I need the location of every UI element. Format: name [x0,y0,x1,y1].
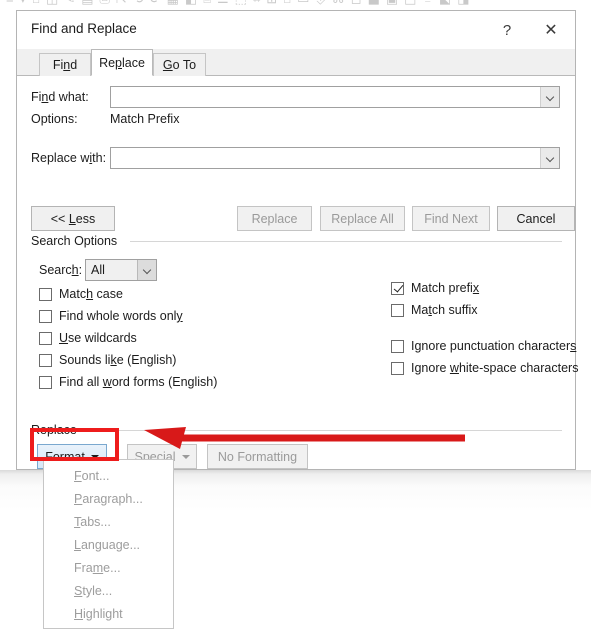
checkbox-ignore-white-space-characters[interactable]: Ignore white-space characters [391,361,578,375]
close-icon[interactable]: ✕ [529,11,573,49]
checkbox-label: Find whole words only [59,309,183,323]
replace-group-divider [84,430,562,431]
less-button-label: << Less [50,211,96,226]
dialog-title: Find and Replace [31,21,137,36]
menu-item-font[interactable]: Font... [44,464,173,487]
menu-item-frame[interactable]: Frame... [44,556,173,579]
less-button[interactable]: << Less [31,206,115,231]
caret-down-icon [90,454,99,459]
tab-goto-label: Go To [162,58,197,72]
checkbox-box[interactable] [391,281,404,295]
caret-down-icon [181,454,190,459]
checkbox-box[interactable] [39,287,52,301]
search-direction-value: All [91,263,105,277]
checkbox-box[interactable] [39,309,52,323]
menu-item-label: Paragraph... [74,491,143,506]
chevron-down-icon[interactable] [540,87,559,107]
menu-item-language[interactable]: Language... [44,533,173,556]
checkbox-match-prefix[interactable]: Match prefix [391,281,479,295]
checkbox-find-whole-words-only[interactable]: Find whole words only [39,309,183,323]
checkbox-label: Ignore white-space characters [411,361,579,375]
tab-replace-label: Replace [99,55,145,70]
checkbox-label: Ignore punctuation characters [411,339,577,353]
chevron-down-icon[interactable] [137,260,156,280]
dialog-body: Find what: Options: Match Prefix Replace… [17,76,578,469]
checkbox-match-case[interactable]: Match case [39,287,123,301]
menu-item-label: Frame... [74,560,121,575]
menu-item-label: Language... [74,537,141,552]
menu-item-paragraph[interactable]: Paragraph... [44,487,173,510]
tab-replace[interactable]: Replace [91,49,153,76]
options-value: Match Prefix [110,112,180,126]
no-formatting-button[interactable]: No Formatting [207,444,308,469]
replace-with-label: Replace with: [31,151,107,165]
checkbox-label: Use wildcards [59,331,137,345]
format-dropdown-menu: Font... Paragraph... Tabs... Language...… [43,459,174,629]
search-select-label: Search: [39,263,83,277]
checkbox-ignore-punctuation-characters[interactable]: Ignore punctuation characters [391,339,576,353]
menu-item-tabs[interactable]: Tabs... [44,510,173,533]
checkbox-find-all-word-forms[interactable]: Find all word forms (English) [39,375,217,389]
help-icon[interactable]: ? [485,11,529,49]
find-and-replace-dialog: Find and Replace ? ✕ Find Replace Go To … [16,10,578,470]
checkbox-box[interactable] [391,361,404,375]
checkbox-box[interactable] [391,303,404,317]
menu-item-label: Highlight [74,606,123,621]
replace-group-label: Replace [31,423,82,437]
checkbox-label: Match case [59,287,123,301]
checkbox-box[interactable] [39,375,52,389]
dialog-tabstrip: Find Replace Go To [17,49,575,76]
checkbox-label: Match prefix [411,281,480,295]
checkbox-label: Match suffix [411,303,478,317]
checkbox-label: Find all word forms (English) [59,375,218,389]
menu-item-label: Font... [74,468,110,483]
checkbox-sounds-like[interactable]: Sounds like (English) [39,353,176,367]
replace-button[interactable]: Replace [237,206,312,231]
find-what-input[interactable] [111,87,540,107]
find-what-label: Find what: [31,90,89,104]
checkbox-match-suffix[interactable]: Match suffix [391,303,477,317]
replace-with-combo[interactable] [110,147,560,169]
find-next-button[interactable]: Find Next [412,206,490,231]
tab-find[interactable]: Find [39,53,91,76]
find-what-combo[interactable] [110,86,560,108]
cancel-button[interactable]: Cancel [497,206,575,231]
dialog-titlebar: Find and Replace ? ✕ [17,11,575,49]
replace-with-input[interactable] [111,148,540,168]
options-label: Options: [31,112,78,126]
background-ribbon-strip: ≡ ▾ ⌂ ◫ ✎ ▤ ⎙ ⇱ ⟲ ⟳ ▦ ◧ ⌸ ☰ ⬚ ⌗ ⊞ ⌂ ▭ ⎆ … [0,0,591,10]
chevron-down-icon[interactable] [540,148,559,168]
replace-all-button[interactable]: Replace All [320,206,405,231]
menu-item-label: Tabs... [74,514,111,529]
checkbox-use-wildcards[interactable]: Use wildcards [39,331,137,345]
search-options-divider [130,241,562,242]
menu-item-style[interactable]: Style... [44,579,173,602]
tab-goto[interactable]: Go To [153,53,206,76]
checkbox-box[interactable] [39,353,52,367]
ribbon-ghost-text: ≡ ▾ ⌂ ◫ ✎ ▤ ⎙ ⇱ ⟲ ⟳ ▦ ◧ ⌸ ☰ ⬚ ⌗ ⊞ ⌂ ▭ ⎆ … [6,0,471,7]
menu-item-label: Style... [74,583,113,598]
checkbox-box[interactable] [39,331,52,345]
search-options-group-label: Search Options [31,234,123,248]
checkbox-box[interactable] [391,339,404,353]
menu-item-highlight[interactable]: Highlight [44,602,173,625]
tab-find-label: Find [52,58,78,72]
checkbox-label: Sounds like (English) [59,353,177,367]
search-direction-select[interactable]: All [85,259,157,281]
